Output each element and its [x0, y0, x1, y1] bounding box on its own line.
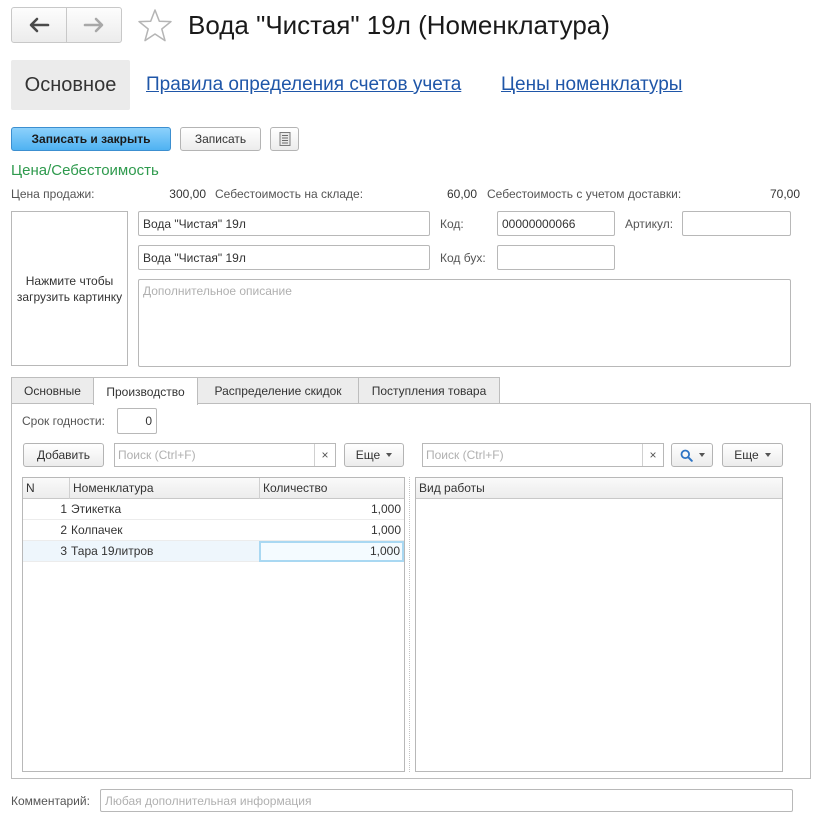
column-header-nomenclature[interactable]: Номенклатура	[69, 478, 259, 499]
code-field-value: 00000000066	[502, 216, 576, 231]
clear-search-icon[interactable]: ×	[314, 444, 335, 466]
tab-production[interactable]: Производство	[93, 377, 198, 405]
sale-price-label: Цена продажи:	[11, 187, 95, 201]
section-tab-main[interactable]: Основное	[11, 60, 130, 110]
sale-price-value: 300,00	[169, 187, 206, 201]
work-search-placeholder: Поиск (Ctrl+F)	[426, 448, 504, 462]
price-section-title: Цена/Себестоимость	[11, 162, 159, 179]
shelf-life-label: Срок годности:	[22, 414, 105, 428]
work-types-table-header: Вид работы	[416, 478, 782, 499]
row-quantity-editing[interactable]: 1,000	[259, 541, 404, 562]
delivery-cost-value: 70,00	[769, 187, 800, 201]
table-row[interactable]: 1 Этикетка 1,000	[23, 499, 404, 520]
name-field[interactable]: Вода "Чистая" 19л	[138, 211, 430, 236]
code-field[interactable]: 00000000066	[497, 211, 615, 236]
save-and-close-button[interactable]: Записать и закрыть	[11, 127, 171, 151]
article-field[interactable]	[682, 211, 791, 236]
work-types-table: Вид работы	[415, 477, 783, 772]
delivery-cost-label: Себестоимость с учетом доставки:	[487, 187, 682, 201]
document-list-icon	[279, 132, 290, 146]
row-number: 2	[60, 523, 67, 537]
arrow-right-icon	[83, 17, 104, 33]
chevron-down-icon	[386, 453, 393, 457]
tab-basic[interactable]: Основные	[11, 377, 94, 404]
article-label: Артикул:	[625, 217, 674, 231]
acc-code-field[interactable]	[497, 245, 615, 270]
save-button[interactable]: Записать	[180, 127, 261, 151]
row-quantity[interactable]: 1,000	[259, 520, 401, 541]
shelf-life-value: 0	[145, 414, 152, 428]
chevron-down-icon	[764, 453, 771, 457]
column-header-work-type[interactable]: Вид работы	[416, 478, 782, 499]
components-table-header: N Номенклатура Количество	[23, 478, 404, 499]
favorite-star-button[interactable]	[136, 7, 174, 45]
work-more-button[interactable]: Еще	[722, 443, 783, 467]
forward-button[interactable]	[66, 8, 121, 42]
report-button[interactable]	[270, 127, 299, 151]
column-header-quantity[interactable]: Количество	[259, 478, 404, 499]
description-placeholder: Дополнительное описание	[143, 284, 292, 298]
picture-upload-label: Нажмите чтобы загрузить картинку	[16, 273, 123, 304]
comment-field[interactable]: Любая дополнительная информация	[100, 789, 793, 812]
back-button[interactable]	[12, 8, 66, 42]
code-label: Код:	[440, 217, 464, 231]
comment-label: Комментарий:	[11, 794, 90, 808]
components-more-button[interactable]: Еще	[344, 443, 404, 467]
search-icon	[680, 449, 693, 462]
picture-upload-area[interactable]: Нажмите чтобы загрузить картинку	[11, 211, 128, 366]
description-field[interactable]: Дополнительное описание	[138, 279, 791, 367]
window-title: Вода "Чистая" 19л (Номенклатура)	[188, 10, 610, 40]
full-name-field[interactable]: Вода "Чистая" 19л	[138, 245, 430, 270]
section-link-prices[interactable]: Цены номенклатуры	[501, 72, 682, 98]
panel-splitter[interactable]	[409, 477, 410, 772]
work-more-label: Еще	[734, 448, 759, 462]
work-search-options-button[interactable]	[671, 443, 713, 467]
work-search-input[interactable]: Поиск (Ctrl+F) ×	[422, 443, 664, 467]
tab-receipts[interactable]: Поступления товара	[358, 377, 500, 404]
shelf-life-field[interactable]: 0	[117, 408, 157, 434]
history-nav-group	[11, 7, 122, 43]
row-quantity[interactable]: 1,000	[259, 499, 401, 520]
tab-discounts[interactable]: Распределение скидок	[197, 377, 359, 404]
full-name-field-value: Вода "Чистая" 19л	[143, 250, 246, 265]
column-header-n[interactable]: N	[23, 478, 69, 499]
row-nomenclature[interactable]: Тара 19литров	[71, 541, 257, 562]
row-nomenclature[interactable]: Колпачек	[71, 520, 257, 541]
components-search-placeholder: Поиск (Ctrl+F)	[118, 448, 196, 462]
arrow-left-icon	[29, 17, 50, 33]
components-table: N Номенклатура Количество 1 Этикетка 1,0…	[22, 477, 405, 772]
table-row[interactable]: 2 Колпачек 1,000	[23, 520, 404, 541]
table-row-selected[interactable]: 3 Тара 19литров 1,000	[23, 541, 404, 562]
warehouse-cost-value: 60,00	[446, 187, 477, 201]
row-nomenclature[interactable]: Этикетка	[71, 499, 257, 520]
acc-code-label: Код бух:	[440, 251, 486, 265]
section-link-accounting-rules[interactable]: Правила определения счетов учета	[146, 72, 461, 98]
name-field-value: Вода "Чистая" 19л	[143, 216, 246, 231]
row-number: 1	[60, 502, 67, 516]
warehouse-cost-label: Себестоимость на складе:	[215, 187, 364, 201]
add-button[interactable]: Добавить	[23, 443, 104, 467]
components-more-label: Еще	[355, 448, 381, 462]
star-icon	[138, 9, 172, 42]
row-number: 3	[60, 544, 67, 558]
comment-placeholder: Любая дополнительная информация	[105, 793, 312, 808]
clear-search-icon[interactable]: ×	[642, 444, 663, 466]
components-search-input[interactable]: Поиск (Ctrl+F) ×	[114, 443, 336, 467]
chevron-down-icon	[698, 453, 705, 457]
